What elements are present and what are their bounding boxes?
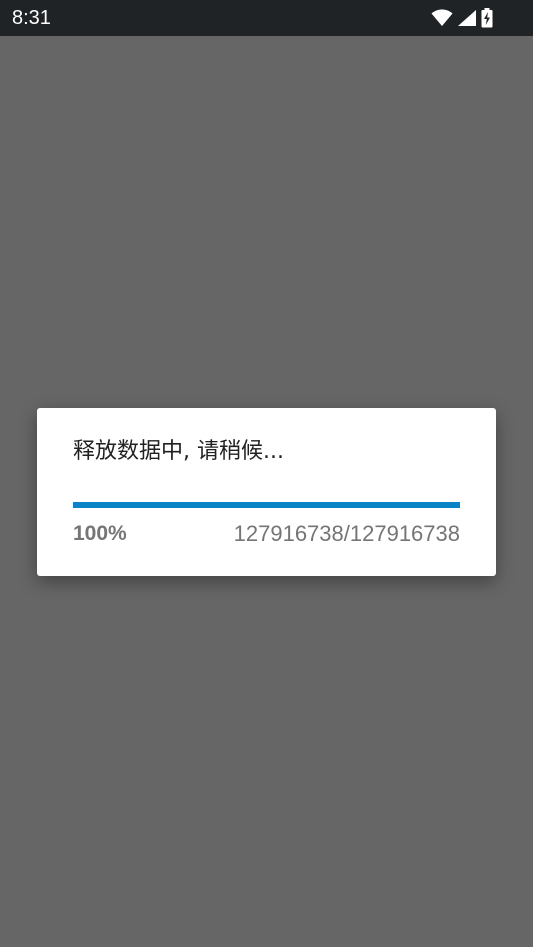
dialog-message: 释放数据中, 请稍候...	[73, 439, 284, 464]
status-time: 8:31	[12, 7, 51, 29]
status-bar: 8:31	[0, 0, 533, 36]
status-icons	[431, 8, 493, 28]
progress-dialog: 释放数据中, 请稍候... 100% 127916738/127916738	[37, 408, 496, 576]
progress-percent: 100%	[73, 522, 127, 545]
progress-count: 127916738/127916738	[233, 521, 460, 546]
wifi-icon	[431, 9, 453, 27]
screen: 8:31 释放数据中, 请稍候... 100% 127916738/127916…	[0, 0, 533, 947]
battery-charging-icon	[481, 8, 493, 28]
cellular-signal-icon	[457, 9, 477, 27]
progress-bar-fill	[73, 502, 460, 508]
progress-bar	[73, 502, 460, 508]
